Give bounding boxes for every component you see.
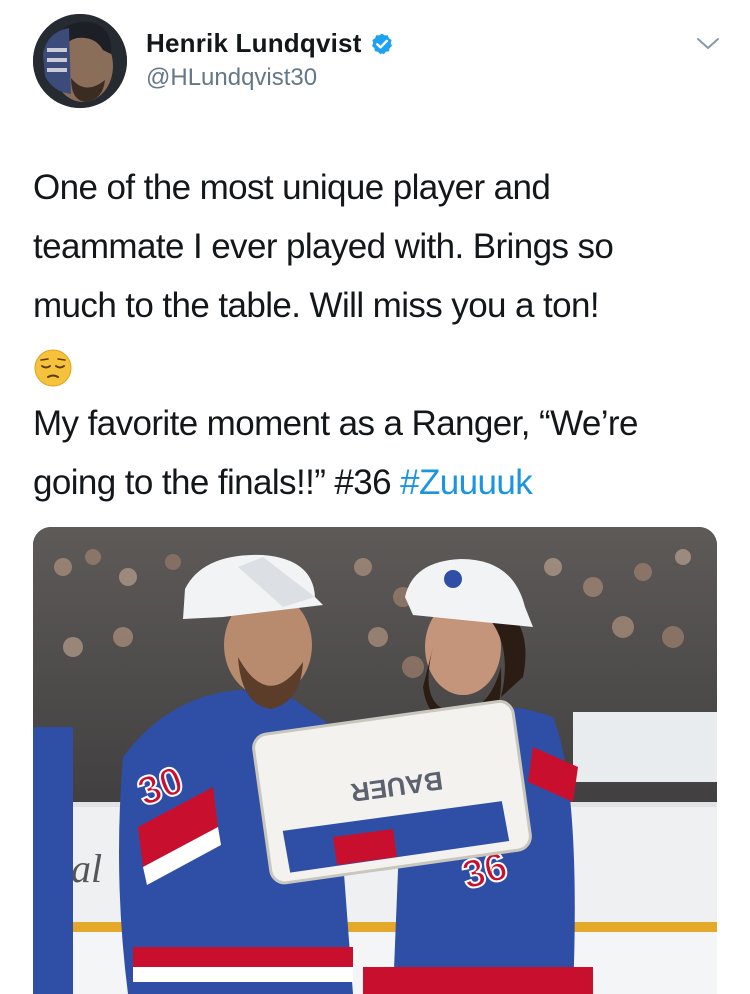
tweet-text: One of the most unique player and teamma… (33, 158, 723, 512)
author-handle[interactable]: @HLundqvist30 (146, 64, 317, 92)
tweet-line: teammate I ever played with. Brings so (33, 227, 614, 266)
pensive-face-emoji (33, 347, 73, 387)
board-text: al (71, 846, 102, 891)
tweet-photo[interactable]: al 30 36 BAUER (33, 527, 717, 994)
hashtag-link[interactable]: #Zuuuuk (400, 463, 533, 502)
tweet-line-last: going to the finals!!” #36 #Zuuuuk (33, 453, 723, 512)
tweet-text-fragment: going to the finals!!” #36 (33, 463, 401, 502)
tweet-header: Henrik Lundqvist @HLundqvist30 (0, 0, 750, 120)
verified-badge-icon (370, 32, 394, 56)
avatar[interactable] (33, 14, 127, 108)
tweet-line: One of the most unique player and (33, 168, 551, 207)
author-name[interactable]: Henrik Lundqvist (146, 28, 362, 59)
author-name-row: Henrik Lundqvist (146, 28, 394, 59)
emoji-line (33, 335, 723, 394)
tweet-line: My favorite moment as a Ranger, “We’re (33, 404, 638, 443)
tweet-line: much to the table. Will miss you a ton! (33, 286, 600, 325)
chevron-down-icon[interactable] (694, 34, 722, 54)
